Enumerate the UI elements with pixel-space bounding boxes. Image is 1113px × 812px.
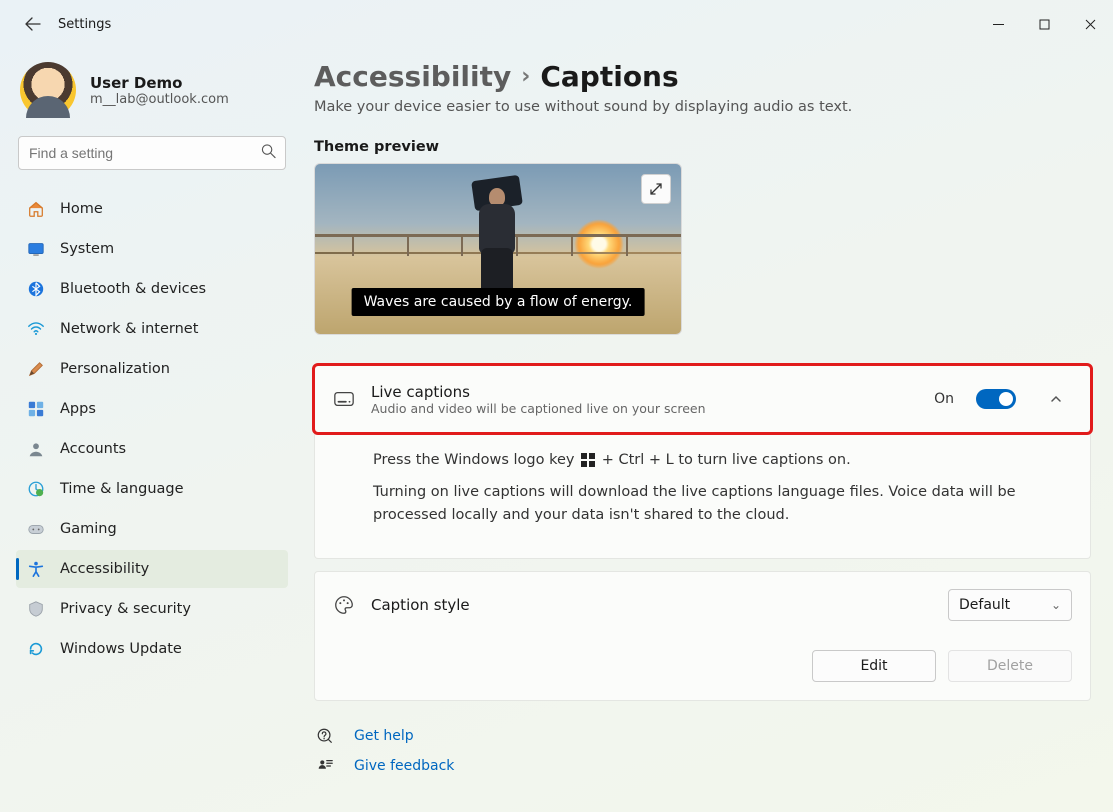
bluetooth-icon	[26, 280, 46, 298]
avatar	[20, 62, 76, 118]
delete-button: Delete	[948, 650, 1072, 682]
person-icon	[26, 440, 46, 458]
close-icon	[1085, 19, 1096, 30]
nav-item-bluetooth[interactable]: Bluetooth & devices	[16, 270, 288, 308]
minimize-icon	[993, 19, 1004, 30]
nav-label: Personalization	[60, 361, 170, 377]
nav-item-gaming[interactable]: Gaming	[16, 510, 288, 548]
nav-label: Network & internet	[60, 321, 198, 337]
search-input[interactable]	[18, 136, 286, 170]
theme-preview: Waves are caused by a flow of energy.	[314, 163, 682, 335]
nav-item-privacy[interactable]: Privacy & security	[16, 590, 288, 628]
help-links: Get help Give feedback	[314, 727, 1091, 775]
clock-globe-icon	[26, 480, 46, 498]
page-subtitle: Make your device easier to use without s…	[314, 99, 1091, 115]
live-captions-card: Live captions Audio and video will be ca…	[314, 365, 1091, 433]
back-button[interactable]	[16, 7, 50, 41]
preview-caption-text: Waves are caused by a flow of energy.	[352, 288, 645, 316]
caption-style-card: Caption style Default ⌄ Edit Delete	[314, 571, 1091, 701]
help-icon	[314, 727, 336, 745]
page-title: Captions	[540, 60, 678, 93]
nav-item-home[interactable]: Home	[16, 190, 288, 228]
user-email: m__lab@outlook.com	[90, 92, 229, 107]
nav-label: Home	[60, 201, 103, 217]
get-help-link[interactable]: Get help	[354, 728, 414, 744]
search-icon	[261, 144, 276, 163]
maximize-icon	[1039, 19, 1050, 30]
download-notice: Turning on live captions will download t…	[373, 481, 1072, 526]
nav-label: System	[60, 241, 114, 257]
live-captions-title: Live captions	[371, 383, 706, 401]
sidebar: User Demo m__lab@outlook.com Home System…	[0, 48, 300, 812]
title-bar: Settings	[0, 0, 1113, 48]
give-feedback-link[interactable]: Give feedback	[354, 758, 454, 774]
close-button[interactable]	[1067, 8, 1113, 40]
accessibility-icon	[26, 560, 46, 578]
chevron-down-icon: ⌄	[1051, 598, 1061, 612]
home-icon	[26, 200, 46, 218]
nav-label: Accessibility	[60, 561, 149, 577]
nav-item-system[interactable]: System	[16, 230, 288, 268]
caption-style-row: Caption style Default ⌄	[315, 572, 1090, 638]
caption-style-select[interactable]: Default ⌄	[948, 589, 1072, 621]
nav-label: Time & language	[60, 481, 184, 497]
captions-icon	[333, 388, 355, 410]
live-captions-toggle[interactable]	[976, 389, 1016, 409]
theme-preview-label: Theme preview	[314, 139, 1091, 155]
user-name: User Demo	[90, 74, 229, 92]
edit-button[interactable]: Edit	[812, 650, 936, 682]
feedback-icon	[314, 757, 336, 775]
maximize-button[interactable]	[1021, 8, 1067, 40]
windows-key-icon	[581, 453, 595, 467]
window-controls	[975, 8, 1113, 40]
nav: Home System Bluetooth & devices Network …	[16, 190, 288, 668]
expand-icon	[649, 182, 663, 196]
collapse-button[interactable]	[1040, 383, 1072, 415]
arrow-left-icon	[25, 16, 41, 32]
apps-icon	[26, 400, 46, 418]
nav-item-accessibility[interactable]: Accessibility	[16, 550, 288, 588]
user-card[interactable]: User Demo m__lab@outlook.com	[20, 62, 288, 118]
nav-item-apps[interactable]: Apps	[16, 390, 288, 428]
toggle-state-label: On	[934, 391, 954, 407]
wifi-icon	[26, 320, 46, 338]
window-title: Settings	[58, 17, 111, 32]
system-icon	[26, 240, 46, 258]
live-captions-header[interactable]: Live captions Audio and video will be ca…	[315, 366, 1090, 432]
caption-style-title: Caption style	[371, 596, 470, 614]
nav-label: Gaming	[60, 521, 117, 537]
nav-item-update[interactable]: Windows Update	[16, 630, 288, 668]
chevron-up-icon	[1049, 392, 1063, 406]
live-captions-body: Press the Windows logo key + Ctrl + L to…	[314, 433, 1091, 559]
nav-label: Apps	[60, 401, 96, 417]
content: Accessibility › Captions Make your devic…	[300, 48, 1113, 812]
breadcrumb-chevron-icon: ›	[521, 64, 530, 89]
nav-label: Windows Update	[60, 641, 182, 657]
breadcrumb-parent[interactable]: Accessibility	[314, 60, 511, 93]
nav-item-personalization[interactable]: Personalization	[16, 350, 288, 388]
nav-label: Bluetooth & devices	[60, 281, 206, 297]
nav-item-network[interactable]: Network & internet	[16, 310, 288, 348]
shortcut-line: Press the Windows logo key + Ctrl + L to…	[373, 449, 1072, 471]
nav-item-accounts[interactable]: Accounts	[16, 430, 288, 468]
nav-item-time[interactable]: Time & language	[16, 470, 288, 508]
nav-label: Privacy & security	[60, 601, 191, 617]
preview-expand-button[interactable]	[641, 174, 671, 204]
shield-icon	[26, 600, 46, 618]
search-container	[18, 136, 286, 170]
brush-icon	[26, 360, 46, 378]
caption-style-selected: Default	[959, 597, 1010, 613]
minimize-button[interactable]	[975, 8, 1021, 40]
breadcrumb: Accessibility › Captions	[314, 60, 1091, 93]
live-captions-subtitle: Audio and video will be captioned live o…	[371, 401, 706, 416]
update-icon	[26, 640, 46, 658]
nav-label: Accounts	[60, 441, 126, 457]
palette-icon	[333, 594, 355, 616]
gamepad-icon	[26, 520, 46, 538]
